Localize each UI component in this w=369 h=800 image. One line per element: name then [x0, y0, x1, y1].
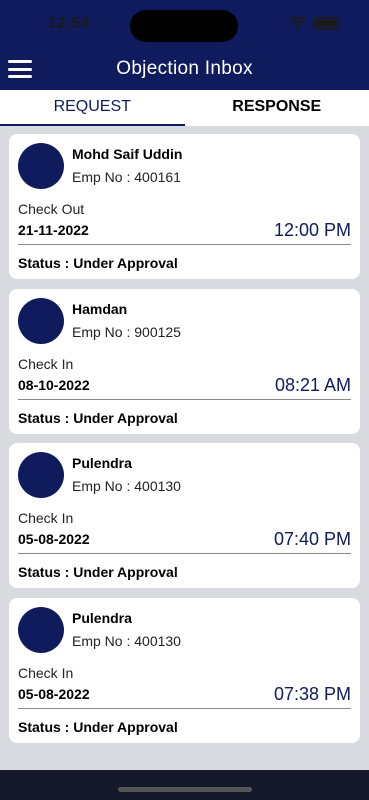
request-card[interactable]: Mohd Saif Uddin Emp No : 400161 Check Ou… [9, 134, 360, 279]
status-bar: 12:54 [0, 0, 369, 48]
avatar [18, 606, 64, 653]
employee-number: Emp No : 400130 [72, 632, 181, 649]
tab-bar: REQUEST RESPONSE [0, 90, 369, 126]
request-date: 21-11-2022 [18, 222, 89, 238]
tab-response[interactable]: RESPONSE [185, 90, 369, 126]
employee-number: Emp No : 400161 [72, 169, 181, 185]
page-title: Objection Inbox [116, 58, 253, 79]
tab-request[interactable]: REQUEST [0, 90, 185, 126]
request-card[interactable]: Hamdan Emp No : 900125 Check In 08-10-20… [9, 288, 360, 434]
divider [18, 398, 351, 400]
divider [18, 553, 351, 554]
avatar [18, 143, 64, 189]
status-time: 12:54 [48, 15, 89, 32]
bottom-bar [0, 770, 369, 800]
request-time: 08:21 AM [274, 374, 351, 395]
status-text: Status : Under Approval [18, 718, 178, 735]
employee-name: Mohd Saif Uddin [72, 146, 183, 162]
wifi-icon [289, 16, 307, 29]
request-time: 07:38 PM [273, 683, 351, 704]
request-date: 05-08-2022 [18, 531, 90, 547]
employee-name: Pulendra [72, 455, 132, 471]
avatar [18, 297, 64, 344]
request-date: 08-10-2022 [18, 376, 90, 393]
request-list: Mohd Saif Uddin Emp No : 400161 Check Ou… [9, 134, 360, 752]
employee-number: Emp No : 900125 [72, 323, 181, 340]
app-header: 12:54 Objection Inbox [0, 0, 369, 90]
request-time: 07:40 PM [273, 529, 351, 549]
employee-name: Hamdan [72, 300, 128, 317]
status-text: Status : Under Approval [18, 564, 178, 580]
check-type: Check In [18, 510, 74, 526]
status-text: Status : Under Approval [18, 409, 178, 426]
check-type: Check In [18, 355, 74, 372]
request-date: 05-08-2022 [18, 685, 90, 702]
request-card[interactable]: Pulendra Emp No : 400130 Check In 05-08-… [9, 443, 360, 588]
status-icons [289, 16, 339, 30]
battery-icon [313, 16, 339, 30]
check-type: Check In [18, 664, 74, 681]
status-text: Status : Under Approval [18, 255, 178, 271]
dynamic-island [130, 10, 238, 42]
divider [18, 244, 351, 245]
employee-name: Pulendra [72, 609, 132, 626]
request-card[interactable]: Pulendra Emp No : 400130 Check In 05-08-… [9, 597, 360, 743]
employee-number: Emp No : 400130 [72, 478, 181, 494]
avatar [18, 452, 64, 498]
check-type: Check Out [18, 201, 85, 217]
request-time: 12:00 PM [273, 220, 351, 240]
home-indicator[interactable] [118, 787, 252, 792]
divider [18, 707, 351, 709]
